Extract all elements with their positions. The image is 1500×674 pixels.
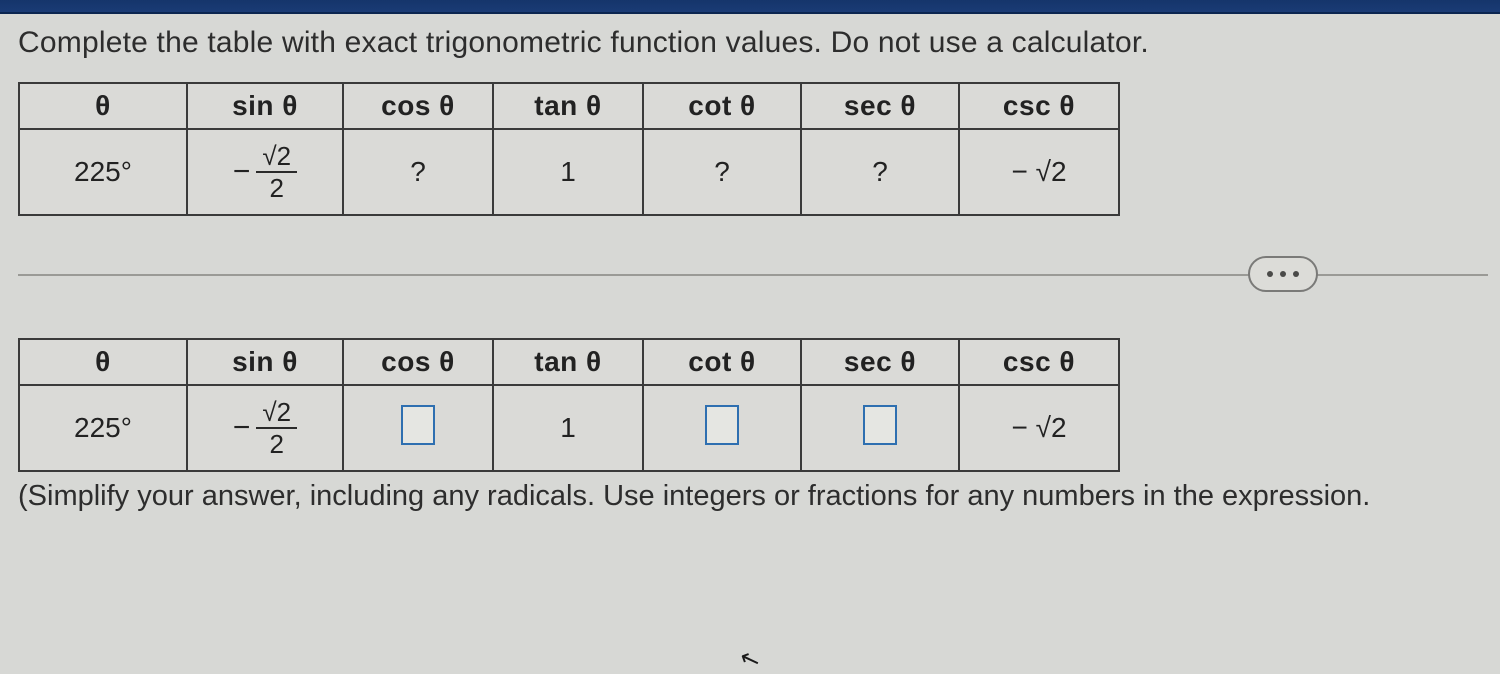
header-csc: csc θ [959,339,1119,385]
cell-cos-input [343,385,493,471]
dot-icon [1293,271,1299,277]
dot-icon [1280,271,1286,277]
fraction-numerator: √2 [256,399,297,429]
header-sec: sec θ [801,339,959,385]
table-row: 225° − √2 2 ? 1 ? ? − √2 [19,129,1119,215]
answer-input-cos[interactable] [401,405,435,445]
table-header-row: θ sin θ cos θ tan θ cot θ sec θ csc θ [19,83,1119,129]
answer-input-cot[interactable] [705,405,739,445]
header-sin: sin θ [187,83,343,129]
cursor-icon: ↖ [736,642,765,674]
fraction-stack: √2 2 [256,399,297,457]
cell-cot-input [643,385,801,471]
cell-tan: 1 [493,385,643,471]
fraction: − √2 2 [233,399,297,457]
minus-sign: − [233,411,257,445]
cell-sin: − √2 2 [187,129,343,215]
table-header-row: θ sin θ cos θ tan θ cot θ sec θ csc θ [19,339,1119,385]
cell-cot: ? [643,129,801,215]
more-options-button[interactable] [1248,256,1318,292]
header-cot: cot θ [643,83,801,129]
cell-angle: 225° [19,385,187,471]
section-divider [18,274,1488,276]
cell-angle: 225° [19,129,187,215]
window-titlebar [0,0,1500,14]
header-tan: tan θ [493,83,643,129]
cell-sec: ? [801,129,959,215]
dot-icon [1267,271,1273,277]
fraction-numerator: √2 [256,143,297,173]
header-theta: θ [19,339,187,385]
cell-sin: − √2 2 [187,385,343,471]
cell-tan: 1 [493,129,643,215]
minus-sign: − [233,155,257,189]
question-prompt: Complete the table with exact trigonomet… [18,26,1482,60]
header-cot: cot θ [643,339,801,385]
header-csc: csc θ [959,83,1119,129]
header-cos: cos θ [343,339,493,385]
simplify-hint: (Simplify your answer, including any rad… [18,480,1482,513]
header-cos: cos θ [343,83,493,129]
fraction: − √2 2 [233,143,297,201]
question-content: Complete the table with exact trigonomet… [0,14,1500,513]
cell-cos: ? [343,129,493,215]
header-sin: sin θ [187,339,343,385]
cell-csc: − √2 [959,129,1119,215]
header-theta: θ [19,83,187,129]
table-row: 225° − √2 2 1 [19,385,1119,471]
answer-input-sec[interactable] [863,405,897,445]
cell-csc: − √2 [959,385,1119,471]
trig-table-answer: θ sin θ cos θ tan θ cot θ sec θ csc θ 22… [18,338,1120,472]
header-sec: sec θ [801,83,959,129]
fraction-denominator: 2 [270,429,284,457]
trig-table-question: θ sin θ cos θ tan θ cot θ sec θ csc θ 22… [18,82,1120,216]
fraction-denominator: 2 [270,173,284,201]
cell-sec-input [801,385,959,471]
fraction-stack: √2 2 [256,143,297,201]
header-tan: tan θ [493,339,643,385]
